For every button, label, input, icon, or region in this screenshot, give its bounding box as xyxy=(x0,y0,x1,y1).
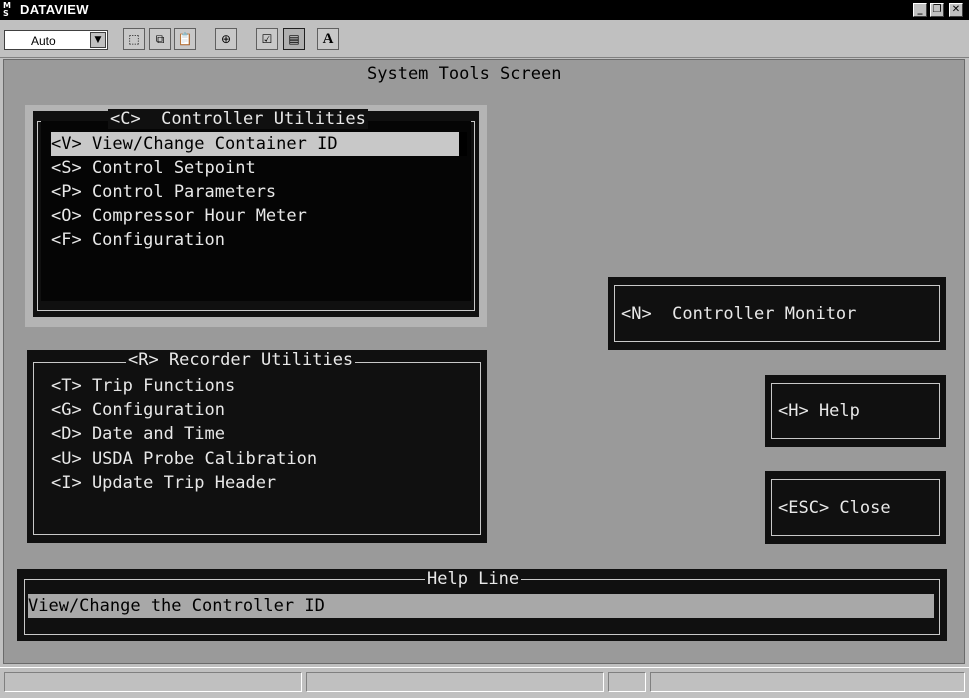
toolbar: Auto ▼ ⬚ ⧉ 📋 ⊕ ☑ ▤ A xyxy=(0,20,969,58)
status-bar xyxy=(0,667,969,698)
copy-icon[interactable]: ⧉ xyxy=(149,28,171,50)
status-cell-2 xyxy=(306,672,604,692)
help-line-text: View/Change the Controller ID xyxy=(28,594,934,618)
status-cell-4 xyxy=(650,672,965,692)
window-title: DATAVIEW xyxy=(20,2,89,17)
menu-item-control-parameters[interactable]: <P> Control Parameters xyxy=(51,180,276,204)
page-title: System Tools Screen xyxy=(367,64,562,84)
controller-monitor-label: <N> Controller Monitor xyxy=(614,285,940,342)
app-icon[interactable]: MS xyxy=(3,2,19,18)
help-line-title: Help Line xyxy=(425,569,522,589)
select-area-icon[interactable]: ⬚ xyxy=(123,28,145,50)
properties-icon[interactable]: ☑ xyxy=(256,28,278,50)
chevron-down-icon[interactable]: ▼ xyxy=(90,32,106,48)
menu-item-recorder-configuration[interactable]: <G> Configuration xyxy=(51,398,225,422)
menu-item-view-change-container-id[interactable]: <V> View/Change Container ID xyxy=(51,132,463,156)
help-button[interactable]: <H> Help xyxy=(765,375,946,447)
close-button-label: <ESC> Close xyxy=(771,479,940,536)
maximize-icon[interactable]: ❐ xyxy=(930,3,944,17)
status-cell-3 xyxy=(608,672,646,692)
recorder-utilities-title: <R> Recorder Utilities xyxy=(126,350,356,370)
zoom-select[interactable]: Auto ▼ xyxy=(4,30,108,50)
close-icon[interactable]: ✕ xyxy=(949,3,963,17)
paste-icon[interactable]: 📋 xyxy=(174,28,196,50)
status-cell-1 xyxy=(4,672,302,692)
menu-item-date-and-time[interactable]: <D> Date and Time xyxy=(51,422,225,446)
recorder-utilities-panel: <R> Recorder Utilities <T> Trip Function… xyxy=(27,350,487,543)
title-bar[interactable]: MS DATAVIEW _ ❐ ✕ xyxy=(0,0,969,20)
help-button-label: <H> Help xyxy=(771,383,940,439)
zoom-select-value: Auto xyxy=(31,34,56,48)
fit-to-window-icon[interactable]: ⊕ xyxy=(215,28,237,50)
scrollbar-thumb[interactable] xyxy=(459,132,467,156)
minimize-icon[interactable]: _ xyxy=(913,3,927,17)
system-tools-screen: System Tools Screen <C> Controller Utili… xyxy=(3,59,965,664)
menu-item-usda-probe-calibration[interactable]: <U> USDA Probe Calibration xyxy=(51,447,317,471)
controller-utilities-panel: <C> Controller Utilities <V> View/Change… xyxy=(33,109,479,317)
controller-monitor-button[interactable]: <N> Controller Monitor xyxy=(608,277,946,350)
controller-utilities-title: <C> Controller Utilities xyxy=(108,109,368,129)
font-button[interactable]: A xyxy=(317,28,339,50)
menu-item-trip-functions[interactable]: <T> Trip Functions xyxy=(51,374,235,398)
menu-item-update-trip-header[interactable]: <I> Update Trip Header xyxy=(51,471,276,495)
menu-item-control-setpoint[interactable]: <S> Control Setpoint xyxy=(51,156,256,180)
menu-item-compressor-hour-meter[interactable]: <O> Compressor Hour Meter xyxy=(51,204,307,228)
menu-item-controller-configuration[interactable]: <F> Configuration xyxy=(51,228,225,252)
window-mode-icon[interactable]: ▤ xyxy=(283,28,305,50)
help-line-panel: Help Line View/Change the Controller ID xyxy=(17,569,947,641)
close-button[interactable]: <ESC> Close xyxy=(765,471,946,544)
